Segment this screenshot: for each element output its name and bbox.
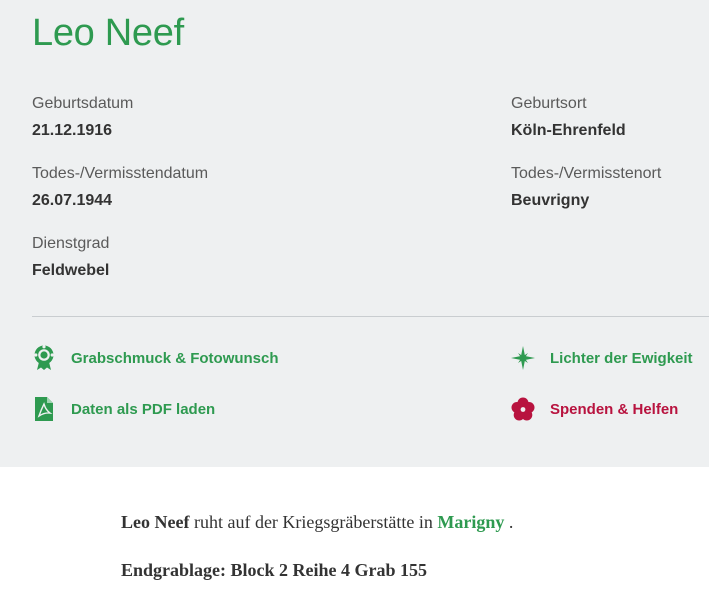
grave-decoration-label: Grabschmuck & Fotowunsch	[71, 349, 279, 367]
burial-text: ruht auf der Kriegsgräberstätte in	[189, 512, 438, 532]
person-details-panel: Leo Neef Geburtsdatum 21.12.1916 Geburts…	[0, 0, 709, 467]
pdf-download-link[interactable]: Daten als PDF laden	[32, 395, 215, 423]
grave-decoration-link[interactable]: Grabschmuck & Fotowunsch	[32, 344, 279, 372]
pdf-download-label: Daten als PDF laden	[71, 400, 216, 418]
birth-place-label: Geburtsort	[511, 95, 587, 112]
death-date-label: Todes-/Vermisstendatum	[32, 165, 209, 182]
birth-date-label: Geburtsdatum	[32, 95, 134, 112]
final-grave-location: Endgrablage: Block 2 Reihe 4 Grab 155	[121, 558, 681, 582]
rank-field: Dienstgrad Feldwebel	[32, 234, 109, 281]
rank-label: Dienstgrad	[32, 235, 110, 252]
birth-place-value: Köln-Ehrenfeld	[511, 122, 626, 139]
wreath-icon	[32, 344, 56, 372]
star-icon	[511, 344, 535, 372]
birth-date-field: Geburtsdatum 21.12.1916	[32, 94, 133, 141]
burial-sentence: Leo Neef ruht auf der Kriegsgräberstätte…	[121, 510, 681, 534]
eternal-lights-label: Lichter der Ewigkeit	[550, 349, 693, 367]
burial-period: .	[504, 512, 514, 532]
donate-link[interactable]: Spenden & Helfen	[511, 395, 678, 423]
rank-value: Feldwebel	[32, 262, 110, 279]
death-place-label: Todes-/Vermisstenort	[511, 165, 662, 182]
donate-label: Spenden & Helfen	[550, 400, 679, 418]
death-date-value: 26.07.1944	[32, 192, 113, 209]
flower-icon	[511, 395, 535, 423]
pdf-file-icon	[32, 395, 56, 423]
eternal-lights-link[interactable]: Lichter der Ewigkeit	[511, 344, 693, 372]
death-place-value: Beuvrigny	[511, 192, 590, 209]
person-name: Leo Neef	[32, 12, 184, 54]
cemetery-link[interactable]: Marigny	[437, 512, 504, 532]
final-grave-text: Endgrablage: Block 2 Reihe 4 Grab 155	[121, 560, 428, 580]
divider	[32, 316, 709, 317]
birth-place-field: Geburtsort Köln-Ehrenfeld	[511, 94, 626, 141]
burial-info: Leo Neef ruht auf der Kriegsgräberstätte…	[121, 510, 681, 582]
burial-person-name: Leo Neef	[121, 512, 190, 532]
birth-date-value: 21.12.1916	[32, 122, 113, 139]
death-place-field: Todes-/Vermisstenort Beuvrigny	[511, 164, 661, 211]
death-date-field: Todes-/Vermisstendatum 26.07.1944	[32, 164, 208, 211]
